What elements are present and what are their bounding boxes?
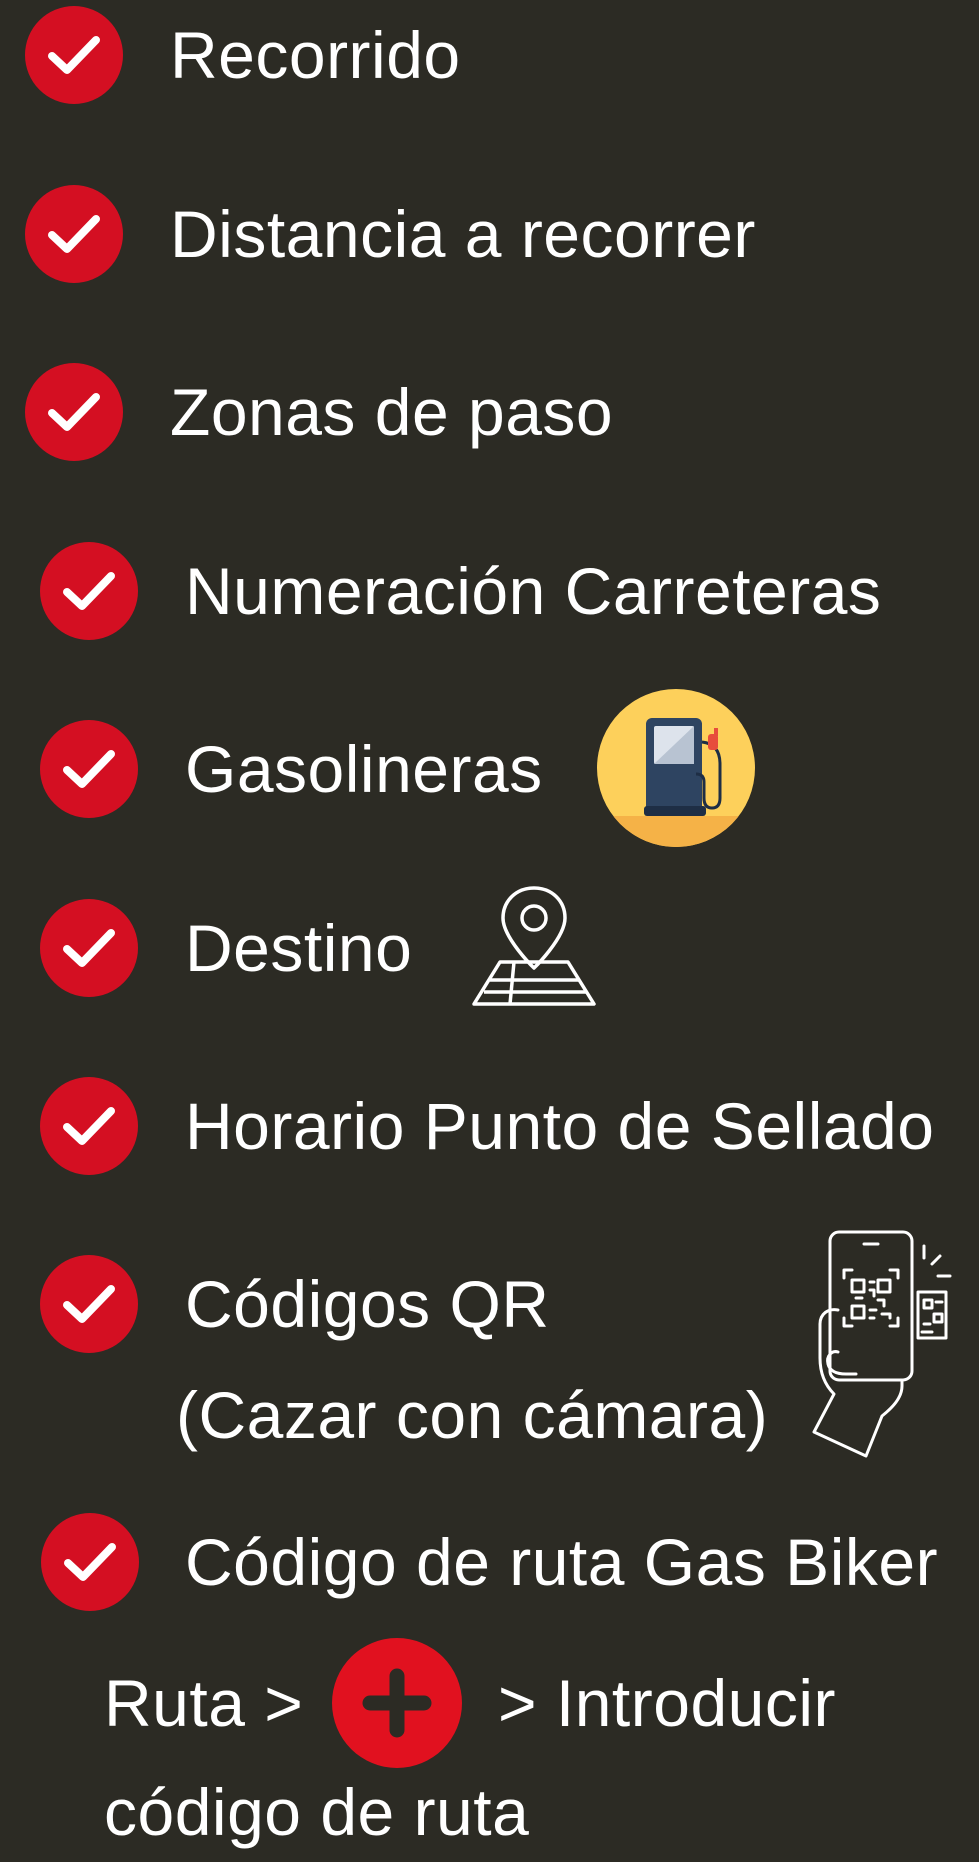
checklist-item-horario: Horario Punto de Sellado bbox=[0, 1076, 979, 1176]
check-icon bbox=[25, 363, 123, 461]
check-icon bbox=[40, 542, 138, 640]
phone-qr-scan-icon bbox=[792, 1228, 954, 1458]
check-icon bbox=[40, 1255, 138, 1353]
check-icon bbox=[25, 185, 123, 283]
instruction-codigo-ruta-text: código de ruta bbox=[104, 1775, 530, 1849]
check-icon bbox=[40, 1077, 138, 1175]
checklist-item-recorrido: Recorrido bbox=[0, 5, 979, 105]
fuel-pump-icon bbox=[596, 688, 756, 848]
checklist-item-label: Códigos QR bbox=[185, 1267, 550, 1341]
map-pin-icon bbox=[470, 884, 598, 1008]
checklist-item-label: Gasolineras bbox=[185, 732, 543, 806]
checklist-item-gasolineras: Gasolineras bbox=[0, 719, 979, 819]
check-icon bbox=[40, 720, 138, 818]
checklist-item-sublabel: (Cazar con cámara) bbox=[176, 1378, 769, 1452]
checklist-item-label: Zonas de paso bbox=[170, 375, 614, 449]
plus-icon bbox=[362, 1668, 432, 1738]
checklist-item-zonas: Zonas de paso bbox=[0, 362, 979, 462]
checklist-item-label: Destino bbox=[185, 911, 413, 985]
checklist-item-label: Distancia a recorrer bbox=[170, 197, 756, 271]
check-icon bbox=[41, 1513, 139, 1611]
check-icon bbox=[25, 6, 123, 104]
instruction-ruta-text: Ruta > bbox=[104, 1666, 304, 1740]
check-icon bbox=[40, 899, 138, 997]
checklist-item-codigo-ruta: Código de ruta Gas Biker bbox=[0, 1512, 979, 1612]
checklist-item-label: Código de ruta Gas Biker bbox=[185, 1525, 939, 1599]
checklist-item-label: Numeración Carreteras bbox=[185, 554, 882, 628]
checklist-item-label: Recorrido bbox=[170, 18, 461, 92]
add-route-button[interactable] bbox=[332, 1638, 462, 1768]
checklist-item-numeracion: Numeración Carreteras bbox=[0, 541, 979, 641]
instruction-introducir-text: > Introducir bbox=[498, 1666, 836, 1740]
checklist-item-distancia: Distancia a recorrer bbox=[0, 184, 979, 284]
checklist-item-label: Horario Punto de Sellado bbox=[185, 1089, 935, 1163]
